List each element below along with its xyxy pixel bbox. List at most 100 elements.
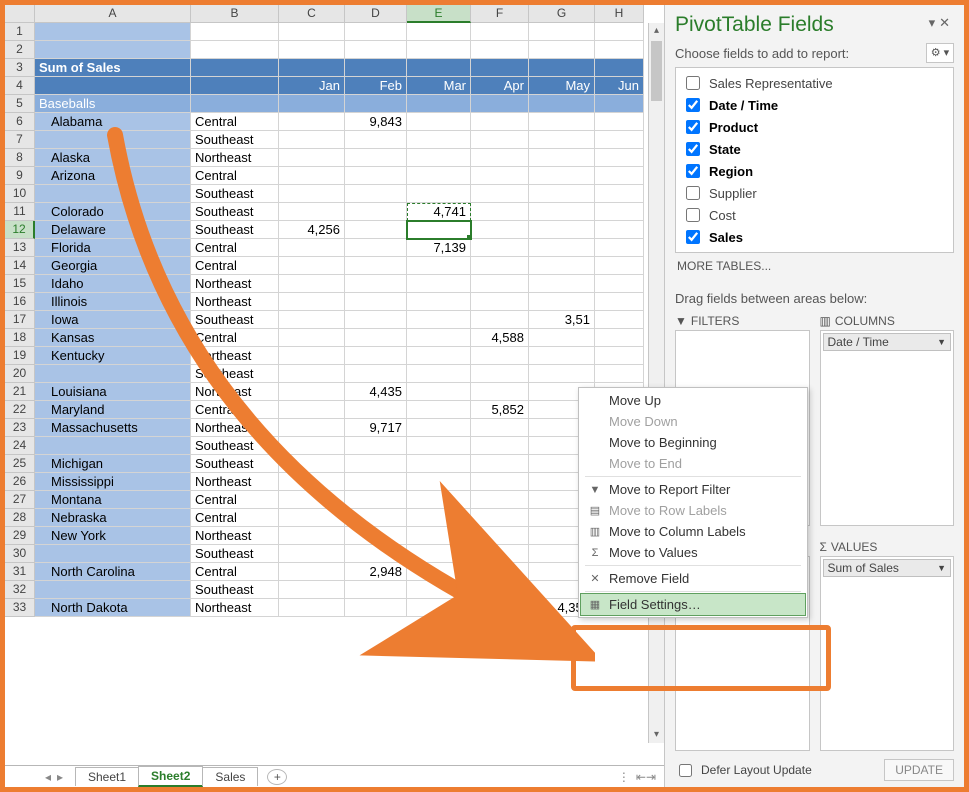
- cell-E27[interactable]: [407, 491, 471, 509]
- cell-B23[interactable]: Northeast: [191, 419, 279, 437]
- menu-move-up[interactable]: Move Up: [581, 390, 805, 411]
- col-header-a[interactable]: A: [35, 5, 191, 23]
- field-item-region[interactable]: Region: [682, 160, 947, 182]
- cell-D22[interactable]: [345, 401, 407, 419]
- cell-H14[interactable]: [595, 257, 644, 275]
- row-header[interactable]: 25: [5, 455, 35, 473]
- cell-E30[interactable]: [407, 545, 471, 563]
- col-header-g[interactable]: G: [529, 5, 595, 23]
- cell-D33[interactable]: [345, 599, 407, 617]
- cell-C11[interactable]: [279, 203, 345, 221]
- row-header[interactable]: 23: [5, 419, 35, 437]
- cell-C5[interactable]: [279, 95, 345, 113]
- cell-C10[interactable]: [279, 185, 345, 203]
- cell-D25[interactable]: [345, 455, 407, 473]
- cell-G14[interactable]: [529, 257, 595, 275]
- cell-B29[interactable]: Northeast: [191, 527, 279, 545]
- field-item-sales[interactable]: Sales: [682, 226, 947, 248]
- row-header[interactable]: 16: [5, 293, 35, 311]
- cell-F11[interactable]: [471, 203, 529, 221]
- cell-D2[interactable]: [345, 41, 407, 59]
- cell-A22[interactable]: Maryland: [35, 401, 191, 419]
- cell-D4[interactable]: Feb: [345, 77, 407, 95]
- cell-E7[interactable]: [407, 131, 471, 149]
- cell-E29[interactable]: [407, 527, 471, 545]
- field-checkbox[interactable]: [686, 142, 700, 156]
- cell-B4[interactable]: [191, 77, 279, 95]
- cell-C19[interactable]: [279, 347, 345, 365]
- cell-A21[interactable]: Louisiana: [35, 383, 191, 401]
- cell-E8[interactable]: [407, 149, 471, 167]
- cell-C30[interactable]: [279, 545, 345, 563]
- cell-F4[interactable]: Apr: [471, 77, 529, 95]
- cell-F13[interactable]: [471, 239, 529, 257]
- cell-F20[interactable]: [471, 365, 529, 383]
- cell-F9[interactable]: [471, 167, 529, 185]
- cell-F2[interactable]: [471, 41, 529, 59]
- row-header[interactable]: 20: [5, 365, 35, 383]
- cell-E26[interactable]: [407, 473, 471, 491]
- cell-D30[interactable]: [345, 545, 407, 563]
- cell-C3[interactable]: [279, 59, 345, 77]
- cell-G15[interactable]: [529, 275, 595, 293]
- cell-C7[interactable]: [279, 131, 345, 149]
- row-header[interactable]: 6: [5, 113, 35, 131]
- cell-C6[interactable]: [279, 113, 345, 131]
- cell-F19[interactable]: [471, 347, 529, 365]
- cell-A14[interactable]: Georgia: [35, 257, 191, 275]
- cell-E4[interactable]: Mar: [407, 77, 471, 95]
- cell-H5[interactable]: [595, 95, 644, 113]
- cell-G6[interactable]: [529, 113, 595, 131]
- cell-D8[interactable]: [345, 149, 407, 167]
- cell-A5[interactable]: Baseballs: [35, 95, 191, 113]
- cell-B30[interactable]: Southeast: [191, 545, 279, 563]
- cell-E33[interactable]: [407, 599, 471, 617]
- row-header[interactable]: 28: [5, 509, 35, 527]
- cell-G1[interactable]: [529, 23, 595, 41]
- cell-H7[interactable]: [595, 131, 644, 149]
- cell-F28[interactable]: [471, 509, 529, 527]
- cell-C33[interactable]: [279, 599, 345, 617]
- tab-sheet1[interactable]: Sheet1: [75, 767, 139, 786]
- row-header[interactable]: 17: [5, 311, 35, 329]
- row-header[interactable]: 9: [5, 167, 35, 185]
- row-header[interactable]: 31: [5, 563, 35, 581]
- row-header[interactable]: 7: [5, 131, 35, 149]
- cell-F16[interactable]: [471, 293, 529, 311]
- cell-D1[interactable]: [345, 23, 407, 41]
- cell-C18[interactable]: [279, 329, 345, 347]
- cell-B32[interactable]: Southeast: [191, 581, 279, 599]
- row-header[interactable]: 1: [5, 23, 35, 41]
- cell-A31[interactable]: North Carolina: [35, 563, 191, 581]
- cell-F31[interactable]: [471, 563, 529, 581]
- cell-D9[interactable]: [345, 167, 407, 185]
- cell-F22[interactable]: 5,852: [471, 401, 529, 419]
- menu-move-values[interactable]: ΣMove to Values: [581, 542, 805, 563]
- cell-B7[interactable]: Southeast: [191, 131, 279, 149]
- cell-D3[interactable]: [345, 59, 407, 77]
- row-header[interactable]: 11: [5, 203, 35, 221]
- cell-F29[interactable]: [471, 527, 529, 545]
- gear-icon[interactable]: ⚙ ▾: [926, 43, 954, 63]
- field-checkbox[interactable]: [686, 230, 700, 244]
- cell-C29[interactable]: [279, 527, 345, 545]
- cell-B27[interactable]: Central: [191, 491, 279, 509]
- cell-A19[interactable]: Kentucky: [35, 347, 191, 365]
- cell-H3[interactable]: [595, 59, 644, 77]
- row-header[interactable]: 3: [5, 59, 35, 77]
- cell-D24[interactable]: [345, 437, 407, 455]
- col-header-e[interactable]: E: [407, 5, 471, 23]
- tab-sheet2[interactable]: Sheet2: [138, 766, 203, 787]
- cell-H8[interactable]: [595, 149, 644, 167]
- cell-G13[interactable]: [529, 239, 595, 257]
- tab-menu-icon[interactable]: ⋮: [618, 770, 630, 784]
- cell-D26[interactable]: [345, 473, 407, 491]
- cell-G16[interactable]: [529, 293, 595, 311]
- cell-F30[interactable]: [471, 545, 529, 563]
- cell-G19[interactable]: [529, 347, 595, 365]
- cell-F23[interactable]: [471, 419, 529, 437]
- col-header-d[interactable]: D: [345, 5, 407, 23]
- cell-F33[interactable]: [471, 599, 529, 617]
- cell-A7[interactable]: [35, 131, 191, 149]
- cell-E28[interactable]: [407, 509, 471, 527]
